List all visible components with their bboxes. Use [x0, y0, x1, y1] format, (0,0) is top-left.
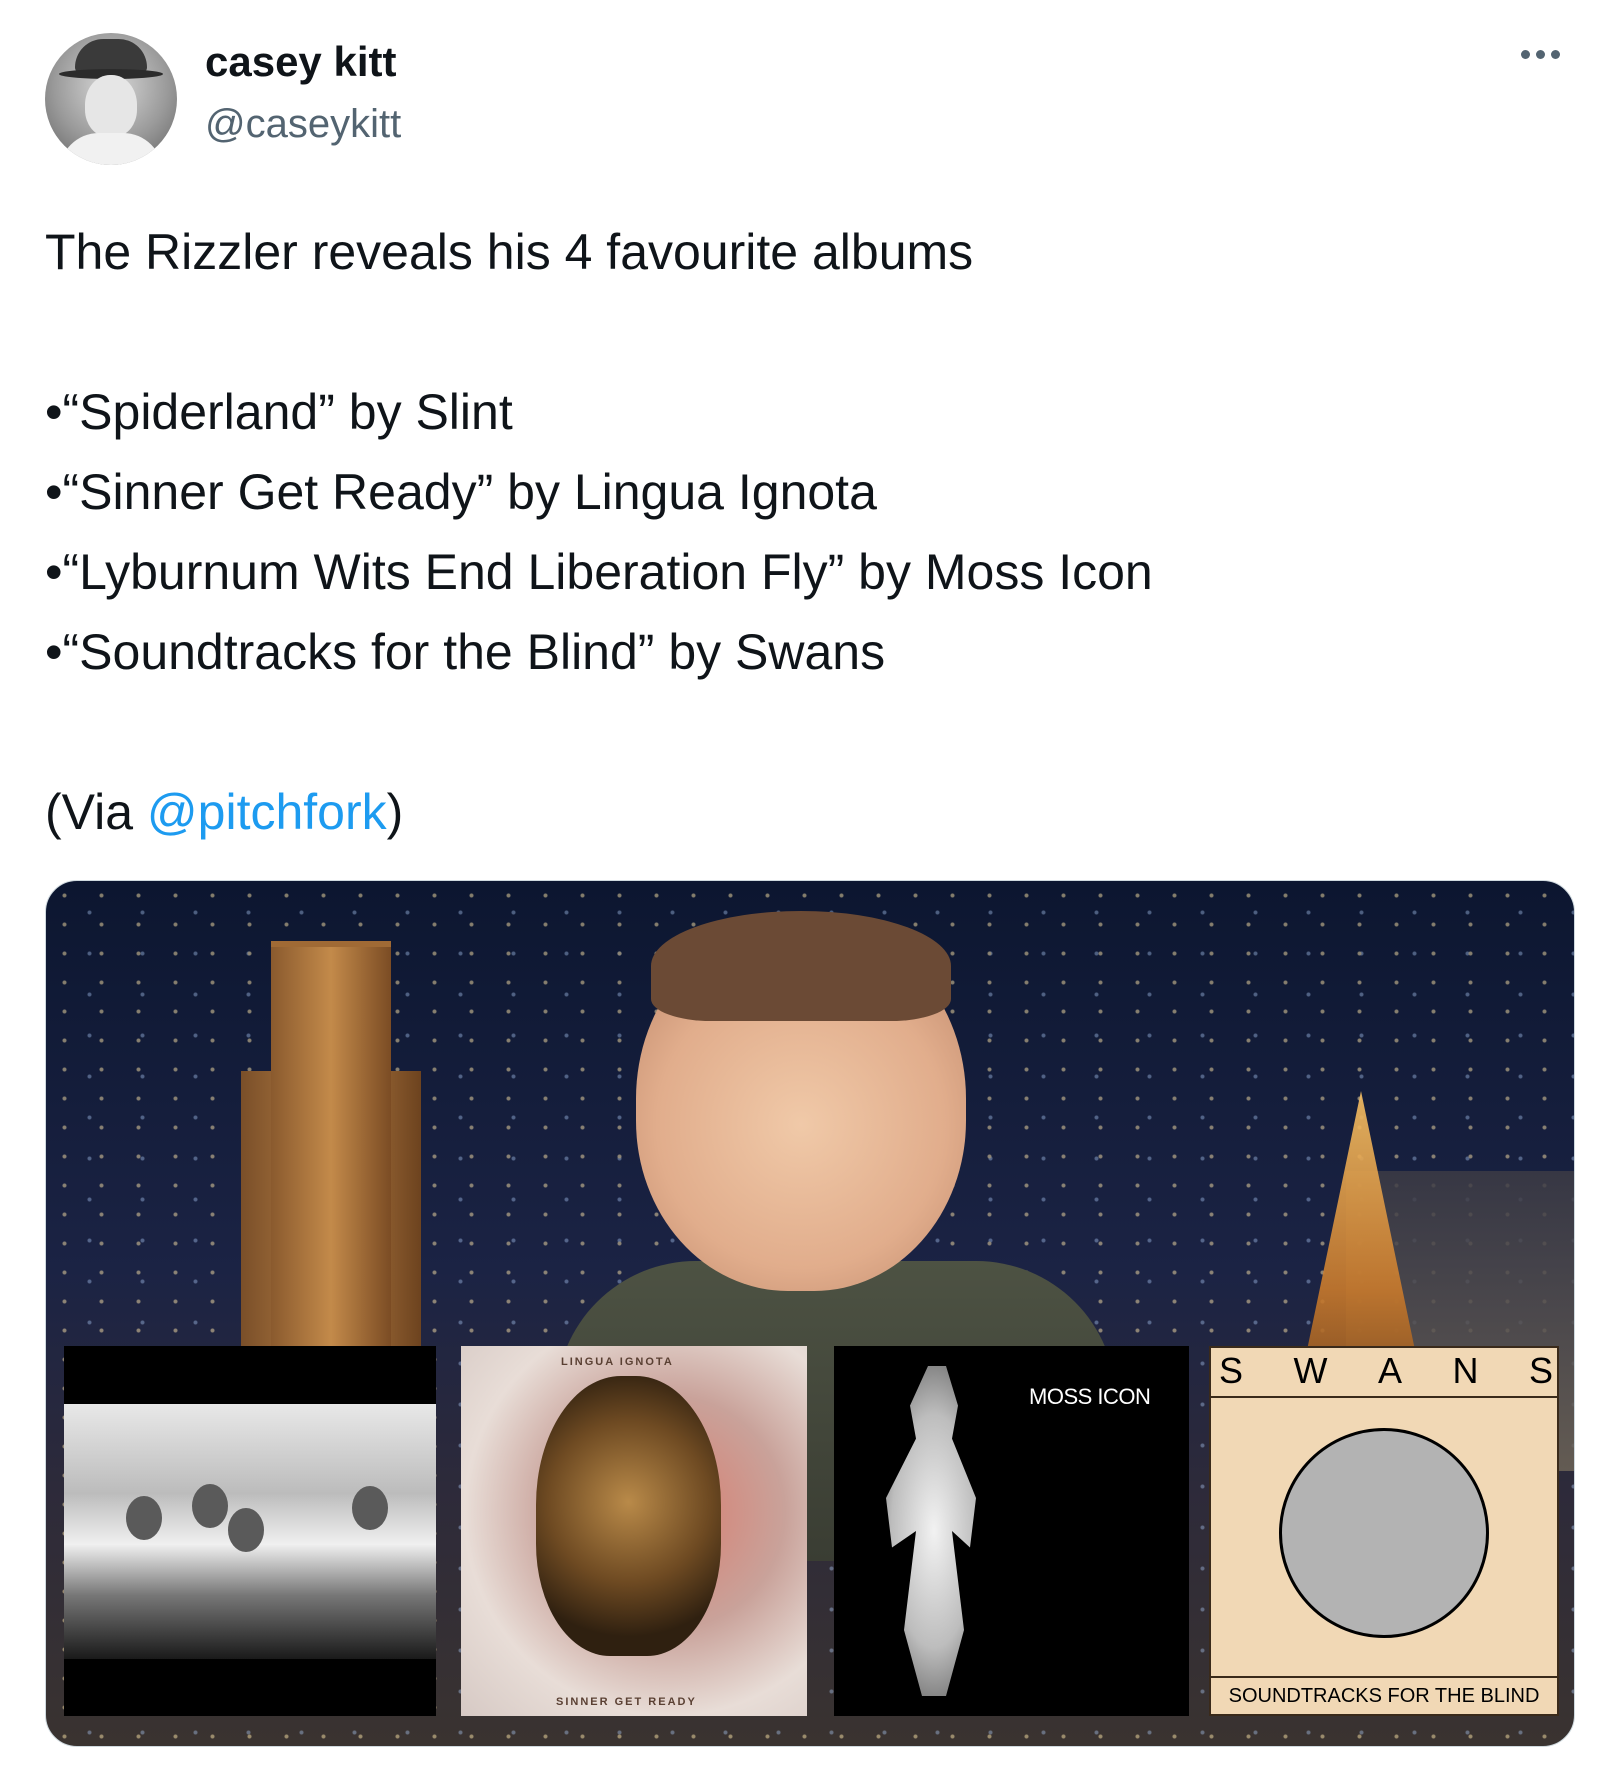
album-list-item: •“Sinner Get Ready” by Lingua Ignota: [45, 464, 877, 520]
avatar-hat: [75, 39, 147, 73]
album-list-item: •“Lyburnum Wits End Liberation Fly” by M…: [45, 544, 1153, 600]
divider: [1211, 1676, 1557, 1678]
more-dot: [1521, 50, 1530, 59]
pitchfork-mention-link[interactable]: @pitchfork: [147, 784, 387, 840]
album-cover-sinner-get-ready: LINGUA IGNOTA SINNER GET READY: [461, 1346, 807, 1716]
more-dot: [1536, 50, 1545, 59]
swimmer-head: [228, 1508, 264, 1552]
album-artist-text: LINGUA IGNOTA: [561, 1356, 674, 1368]
album-title-text: SINNER GET READY: [556, 1696, 697, 1708]
band-letter: S: [1528, 1350, 1553, 1391]
more-dot: [1551, 50, 1560, 59]
author-display-name[interactable]: casey kitt: [205, 38, 396, 86]
hair: [651, 911, 951, 1021]
band-letter: A: [1377, 1350, 1402, 1391]
tweet-media-image[interactable]: LINGUA IGNOTA SINNER GET READY MOSS ICON…: [45, 880, 1575, 1747]
album-cover-spiderland: [64, 1346, 436, 1716]
band-name-text: S W A N S: [1219, 1350, 1553, 1392]
band-letter: N: [1452, 1350, 1479, 1391]
author-handle[interactable]: @caseykitt: [205, 102, 401, 147]
swimmer-head: [126, 1496, 162, 1540]
divider: [1211, 1396, 1557, 1398]
swimmer-head: [192, 1484, 228, 1528]
more-options-icon[interactable]: [1521, 50, 1560, 59]
via-line: (Via @pitchfork): [45, 772, 1565, 852]
album-cover-moss-icon: MOSS ICON: [834, 1346, 1189, 1716]
album-cover-soundtracks-for-the-blind: S W A N S SOUNDTRACKS FOR THE BLIND: [1209, 1346, 1559, 1716]
tweet-intro: The Rizzler reveals his 4 favourite albu…: [45, 224, 974, 280]
via-suffix: ): [386, 784, 404, 840]
avatar-face: [85, 75, 137, 137]
avatar-body: [59, 133, 163, 165]
author-avatar[interactable]: [45, 33, 177, 165]
album-list-item: •“Spiderland” by Slint: [45, 384, 513, 440]
swimmer-head: [352, 1486, 388, 1530]
skyscraper: [271, 941, 391, 1367]
pearl-mask: [536, 1376, 721, 1656]
album-artist-text: MOSS ICON: [1029, 1384, 1151, 1409]
figurine-graphic: [886, 1366, 976, 1696]
band-letter: S: [1219, 1350, 1244, 1391]
album-title-text: SOUNDTRACKS FOR THE BLIND: [1228, 1685, 1540, 1707]
grey-circle-graphic: [1279, 1428, 1489, 1638]
via-prefix: (Via: [45, 784, 147, 840]
tweet-text: The Rizzler reveals his 4 favourite albu…: [45, 212, 1565, 852]
album-list-item: •“Soundtracks for the Blind” by Swans: [45, 624, 886, 680]
band-letter: W: [1293, 1350, 1328, 1391]
